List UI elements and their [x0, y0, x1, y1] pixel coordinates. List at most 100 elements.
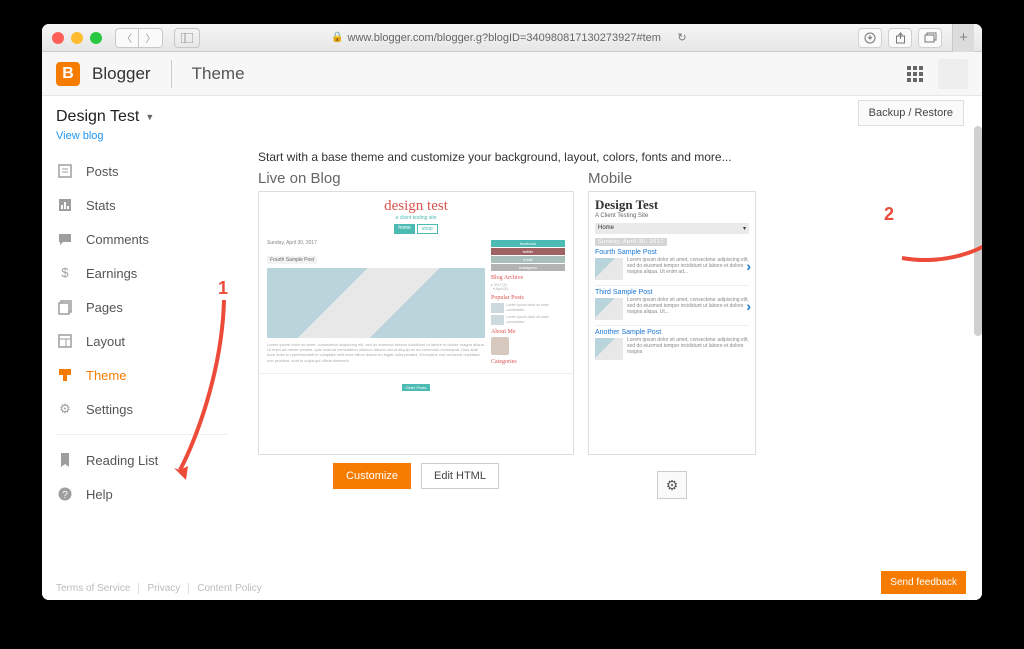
lp-side-heading: Categories	[491, 359, 565, 365]
bookmark-icon	[56, 451, 74, 469]
view-blog-link[interactable]: View blog	[56, 130, 104, 142]
sidebar-label: Reading List	[86, 453, 158, 468]
sidebar-toggle-button[interactable]	[174, 28, 200, 48]
sidebar-label: Help	[86, 487, 113, 502]
sidebar-label: Settings	[86, 402, 133, 417]
tabs-button[interactable]	[918, 28, 942, 48]
section-title: Theme	[192, 64, 245, 84]
help-icon: ?	[56, 485, 74, 503]
footer-link[interactable]: Terms of Service	[56, 583, 139, 594]
live-preview[interactable]: design test a client testing site home s…	[258, 191, 574, 455]
backup-restore-button[interactable]: Backup / Restore	[858, 100, 964, 126]
window-close-icon[interactable]	[52, 32, 64, 44]
lp-side-text: Lorem ipsum dolor sit amet consectetur	[506, 315, 565, 325]
url-text: www.blogger.com/blogger.g?blogID=3409808…	[348, 32, 661, 44]
lp-side-text: ▸ 2017 (4) ▾ April (4)	[491, 283, 565, 291]
sidebar-item-layout[interactable]: Layout	[42, 324, 242, 358]
live-label: Live on Blog	[258, 170, 574, 187]
app-body: Design Test ▼ View blog Posts Stats Comm…	[42, 96, 982, 600]
caret-down-icon: ▼	[145, 112, 154, 122]
lp-thumb	[491, 315, 504, 325]
mp-post-body: Lorem ipsum dolor sit amet, consectetur …	[627, 338, 749, 360]
live-preview-column: Live on Blog design test a client testin…	[258, 170, 574, 499]
lp-post-body: Lorem ipsum dolor sit amet, consectetur …	[267, 342, 485, 363]
sidebar-label: Theme	[86, 368, 126, 383]
mp-post: Third Sample Post Lorem ipsum dolor sit …	[595, 286, 749, 326]
sidebar-item-reading-list[interactable]: Reading List	[42, 443, 242, 477]
back-button[interactable]: 〈	[115, 28, 139, 48]
share-button[interactable]	[888, 28, 912, 48]
posts-icon	[56, 162, 74, 180]
sidebar-item-comments[interactable]: Comments	[42, 222, 242, 256]
mp-title: Design Test	[595, 197, 749, 213]
brand-name: Blogger	[92, 64, 151, 84]
pages-icon	[56, 298, 74, 316]
lp-social-link: facebook	[491, 240, 565, 247]
mobile-label: Mobile	[588, 170, 756, 187]
edit-html-button[interactable]: Edit HTML	[421, 463, 499, 489]
send-feedback-button[interactable]: Send feedback	[881, 571, 966, 594]
mp-thumb	[595, 298, 623, 320]
theme-icon	[56, 366, 74, 384]
titlebar: 〈 〉 🔒 www.blogger.com/blogger.g?blogID=3…	[42, 24, 982, 52]
preview-row: Live on Blog design test a client testin…	[258, 170, 966, 499]
sidebar-label: Layout	[86, 334, 125, 349]
reload-button[interactable]: ↻	[671, 29, 693, 47]
sidebar-label: Posts	[86, 164, 119, 179]
google-apps-button[interactable]	[900, 59, 930, 89]
footer-links: Terms of Service Privacy Content Policy	[56, 583, 270, 594]
mobile-preview[interactable]: Design Test A Client Testing Site Home▾ …	[588, 191, 756, 455]
comments-icon	[56, 230, 74, 248]
lp-social-link: instagram	[491, 264, 565, 271]
lp-post-title: Fourth Sample Post	[267, 256, 317, 264]
footer-link[interactable]: Privacy	[147, 583, 189, 594]
sidebar: Design Test ▼ View blog Posts Stats Comm…	[42, 96, 242, 600]
mp-thumb	[595, 338, 623, 360]
stats-icon	[56, 196, 74, 214]
sidebar-item-settings[interactable]: ⚙ Settings	[42, 392, 242, 426]
mobile-settings-button[interactable]: ⚙	[657, 471, 687, 499]
sidebar-label: Stats	[86, 198, 116, 213]
mp-post-title: Fourth Sample Post	[595, 249, 749, 256]
scrollbar[interactable]	[974, 126, 982, 336]
new-tab-button[interactable]: +	[952, 24, 974, 52]
nav-list: Posts Stats Comments $Earnings Pages Lay…	[42, 154, 242, 511]
layout-icon	[56, 332, 74, 350]
sidebar-label: Comments	[86, 232, 149, 247]
account-avatar[interactable]	[938, 59, 968, 89]
mp-post-body: Lorem ipsum dolor sit amet, consectetur …	[627, 258, 749, 280]
downloads-button[interactable]	[858, 28, 882, 48]
mp-post: Fourth Sample Post Lorem ipsum dolor sit…	[595, 246, 749, 286]
customize-button[interactable]: Customize	[333, 463, 411, 489]
lp-tab: shop	[417, 224, 438, 234]
sidebar-item-help[interactable]: ? Help	[42, 477, 242, 511]
mp-date: Sunday, April 30, 2017	[595, 238, 667, 246]
browser-window: 〈 〉 🔒 www.blogger.com/blogger.g?blogID=3…	[42, 24, 982, 600]
lp-subtitle: a client testing site	[259, 215, 573, 221]
window-minimize-icon[interactable]	[71, 32, 83, 44]
sidebar-item-theme[interactable]: Theme	[42, 358, 242, 392]
lp-thumb	[491, 303, 504, 313]
window-zoom-icon[interactable]	[90, 32, 102, 44]
footer-link[interactable]: Content Policy	[197, 583, 269, 594]
blog-selector[interactable]: Design Test ▼	[56, 108, 228, 126]
sidebar-item-earnings[interactable]: $Earnings	[42, 256, 242, 290]
address-bar[interactable]: 🔒 www.blogger.com/blogger.g?blogID=34098…	[331, 29, 693, 47]
forward-button[interactable]: 〉	[139, 28, 163, 48]
lp-side-heading: About Me	[491, 329, 565, 335]
chevron-right-icon: ›	[746, 298, 751, 314]
sidebar-item-stats[interactable]: Stats	[42, 188, 242, 222]
sidebar-item-posts[interactable]: Posts	[42, 154, 242, 188]
svg-text:?: ?	[62, 490, 68, 501]
app-header: B Blogger Theme	[42, 52, 982, 96]
divider	[56, 434, 228, 435]
settings-icon: ⚙	[56, 400, 74, 418]
divider	[171, 60, 172, 88]
mp-post-title: Another Sample Post	[595, 329, 749, 336]
lp-author-image	[491, 337, 509, 355]
sidebar-item-pages[interactable]: Pages	[42, 290, 242, 324]
blog-name-text: Design Test	[56, 108, 139, 126]
blogger-logo-icon: B	[56, 62, 80, 86]
lp-post-image	[267, 268, 485, 338]
lp-social-link: twitter	[491, 248, 565, 255]
